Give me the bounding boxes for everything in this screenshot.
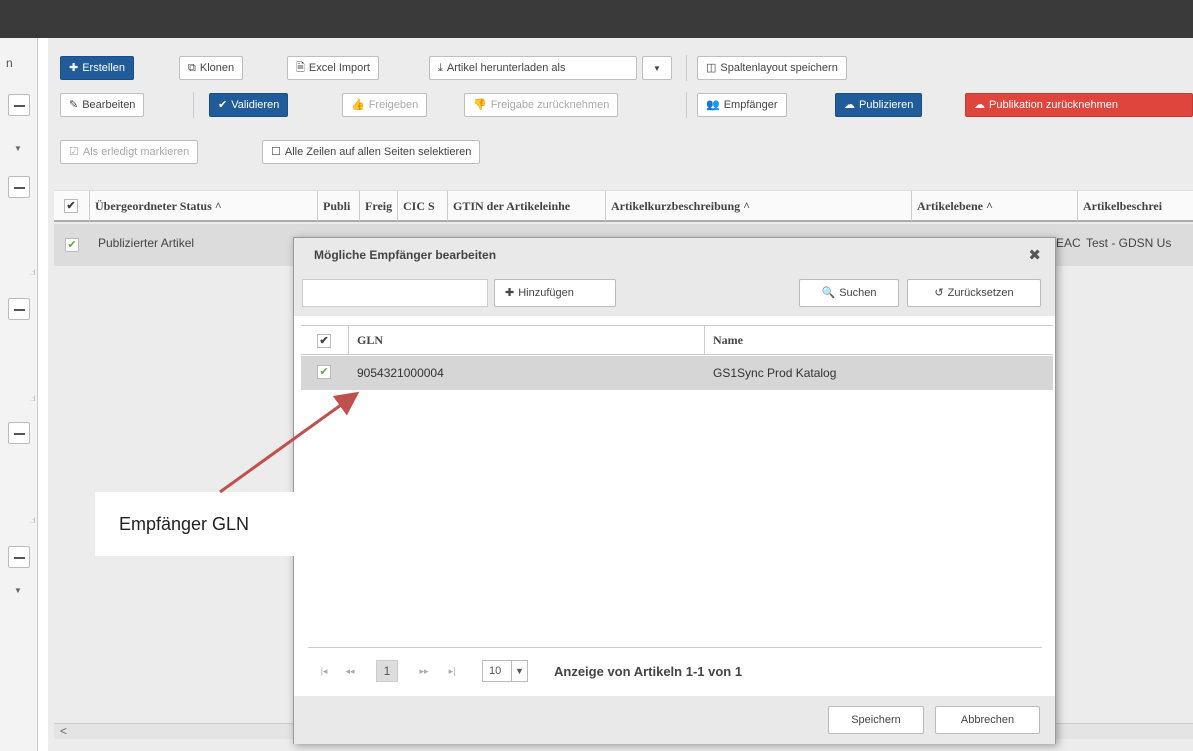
pager-info: Anzeige von Artikeln 1-1 von 1 — [554, 664, 743, 679]
column-header[interactable]: Artikelbeschrei — [1078, 191, 1193, 221]
page-size-select[interactable]: 10 ▼ — [482, 660, 528, 682]
table-row[interactable]: ✔ 9054321000004 GS1Sync Prod Katalog — [301, 356, 1053, 390]
clone-button[interactable]: ⧉ Klonen — [179, 56, 244, 80]
save-column-layout-button[interactable]: ◫ Spaltenlayout speichern — [697, 56, 847, 80]
undo-icon: ↺ — [934, 287, 944, 299]
recipients-dialog: Mögliche Empfänger bearbeiten ✖ ✚ Hinzufü… — [293, 237, 1056, 744]
chevron-down-icon: ▼ — [511, 661, 527, 681]
validate-button[interactable]: ✔ Validieren — [209, 93, 289, 117]
cloud-upload-icon: ☁ — [844, 99, 855, 111]
thumbs-up-icon: 👍 — [351, 99, 365, 111]
cancel-button[interactable]: Abbrechen — [935, 706, 1040, 734]
plus-icon: ✚ — [69, 62, 79, 74]
select-all-checkbox[interactable]: ✔ — [317, 334, 331, 348]
dialog-footer: Speichern Abbrechen — [294, 696, 1055, 744]
column-header[interactable]: Artikelebene ^ — [912, 191, 1078, 221]
first-page-icon[interactable]: |◂ — [314, 661, 334, 681]
annotation-label: Empfänger GLN — [95, 492, 310, 556]
chevron-left-icon[interactable]: < — [60, 724, 67, 738]
copy-icon: ⧉ — [188, 62, 196, 74]
file-icon: 🗎 — [296, 62, 305, 74]
left-sidebar: n ▼ .:l .:l .:l ▼ — [0, 38, 38, 751]
column-header[interactable]: Artikelkurzbeschreibung ^ — [606, 191, 912, 221]
dialog-header: Mögliche Empfänger bearbeiten ✖ — [294, 238, 1055, 272]
column-header[interactable]: Übergeordneter Status ^ — [90, 191, 318, 221]
download-dropdown-toggle[interactable]: ▼ — [642, 56, 672, 80]
recipients-table-header: ✔ GLN Name — [301, 325, 1053, 355]
publish-button[interactable]: ☁ Publizieren — [835, 93, 923, 117]
row-gln: 9054321000004 — [357, 366, 444, 380]
divider — [686, 55, 687, 81]
page-number[interactable]: 1 — [376, 660, 398, 682]
add-button[interactable]: ✚ Hinzufügen — [494, 279, 616, 307]
search-button[interactable]: 🔍 Suchen — [799, 279, 899, 307]
thumbs-down-icon: 👎 — [473, 99, 487, 111]
users-icon: 👥 — [706, 99, 720, 111]
collapse-button[interactable] — [8, 422, 30, 444]
collapse-button[interactable] — [8, 176, 30, 198]
divider — [308, 647, 1042, 648]
search-input[interactable] — [302, 279, 488, 307]
row-status: Publizierter Artikel — [98, 236, 195, 250]
dialog-title: Mögliche Empfänger bearbeiten — [314, 248, 497, 262]
row-description: Test - GDSN Us — [1086, 236, 1172, 250]
release-button[interactable]: 👍 Freigeben — [342, 93, 428, 117]
column-header-gln[interactable]: GLN — [349, 326, 705, 354]
check-icon: ✔ — [218, 99, 228, 111]
checkbox-icon: ☑ — [69, 146, 79, 158]
collapse-button[interactable] — [8, 298, 30, 320]
pencil-icon: ✎ — [69, 99, 79, 111]
column-header[interactable]: Publi — [318, 191, 360, 221]
reset-button[interactable]: ↺ Zurücksetzen — [907, 279, 1041, 307]
row-name: GS1Sync Prod Katalog — [713, 366, 837, 380]
edit-button[interactable]: ✎ Bearbeiten — [60, 93, 145, 117]
chevron-down-icon[interactable]: ▼ — [14, 144, 22, 153]
resize-handle-icon[interactable]: .:l — [30, 270, 35, 277]
grid-header: ✔ Übergeordneter Status ^ Publi Freig CI… — [54, 190, 1193, 222]
square-icon: ☐ — [271, 146, 281, 158]
chevron-down-icon[interactable]: ▼ — [14, 586, 22, 595]
divider — [193, 92, 194, 118]
columns-icon: ◫ — [706, 62, 717, 74]
divider — [686, 92, 687, 118]
revoke-release-button[interactable]: 👎 Freigabe zurücknehmen — [464, 93, 619, 117]
previous-page-icon[interactable]: ◂◂ — [340, 661, 360, 681]
next-page-icon[interactable]: ▸▸ — [414, 661, 434, 681]
collapse-button[interactable] — [8, 546, 30, 568]
row-checkbox[interactable]: ✔ — [317, 365, 331, 379]
search-icon: 🔍 — [821, 287, 836, 299]
row-checkbox[interactable]: ✔ — [65, 238, 79, 252]
resize-handle-icon[interactable]: .:l — [30, 396, 35, 403]
plus-icon: ✚ — [505, 287, 515, 299]
top-bar — [0, 0, 1193, 38]
create-button[interactable]: ✚ Erstellen — [60, 56, 135, 80]
download-icon: ⤓ — [438, 62, 443, 74]
resize-handle-icon[interactable]: .:l — [30, 518, 35, 525]
collapse-button[interactable] — [8, 94, 30, 116]
row-level: EAC — [1056, 236, 1081, 250]
download-articles-button[interactable]: ⤓ Artikel herunterladen als — [429, 56, 637, 80]
last-page-icon[interactable]: ▸| — [442, 661, 462, 681]
recipients-button[interactable]: 👥 Empfänger — [697, 93, 787, 117]
chevron-down-icon: ▼ — [653, 64, 661, 73]
select-all-cell[interactable]: ✔ — [301, 326, 349, 354]
excel-import-button[interactable]: 🗎 Excel Import — [287, 56, 379, 80]
column-header[interactable]: CIC S — [398, 191, 448, 221]
select-all-rows-button[interactable]: ☐ Alle Zeilen auf allen Seiten selektiere… — [262, 140, 481, 164]
dialog-toolbar: ✚ Hinzufügen 🔍 Suchen ↺ Zurücksetzen — [294, 272, 1055, 316]
column-header[interactable]: Freig — [360, 191, 398, 221]
mark-done-button[interactable]: ☑ Als erledigt markieren — [60, 140, 199, 164]
cloud-upload-icon: ☁ — [974, 99, 985, 111]
column-header[interactable]: GTIN der Artikeleinhe — [448, 191, 606, 221]
revoke-publication-button[interactable]: ☁ Publikation zurücknehmen — [965, 93, 1193, 117]
select-all-checkbox[interactable]: ✔ — [64, 199, 78, 213]
select-all-cell[interactable]: ✔ — [54, 191, 90, 221]
sidebar-partial-label: n — [6, 56, 13, 70]
column-header-name[interactable]: Name — [705, 326, 1053, 354]
save-button[interactable]: Speichern — [828, 706, 924, 734]
close-icon[interactable]: ✖ — [1028, 246, 1041, 264]
